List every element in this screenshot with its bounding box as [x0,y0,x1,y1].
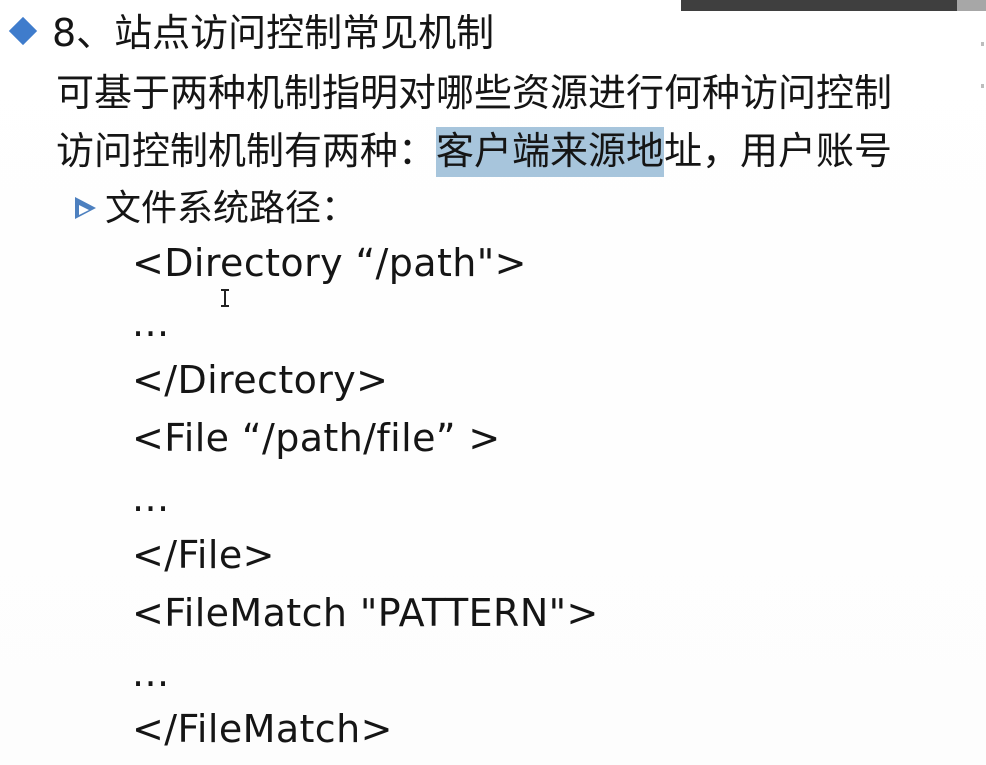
body-line-2-prefix: 访问控制机制有两种： [56,129,437,173]
text-cursor-icon [221,289,233,307]
body-line-2: 访问控制机制有两种：客户端来源地址，用户账号 [56,127,893,177]
right-edge-mark [981,84,984,88]
selected-text-highlight[interactable]: 客户端来源地 [436,127,665,177]
code-line-ellipsis: ... [132,651,170,695]
code-line-ellipsis: ... [132,301,170,345]
subheading: 文件系统路径： [105,188,358,229]
top-dark-bar [681,0,957,11]
body-line-1: 可基于两种机制指明对哪些资源进行何种访问控制 [56,71,893,115]
right-edge-mark [981,42,984,46]
top-bar-end [957,0,986,11]
slide-canvas: 8、站点访问控制常见机制 可基于两种机制指明对哪些资源进行何种访问控制 访问控制… [0,0,986,765]
code-line-ellipsis: ... [132,476,170,520]
code-line-file-open: <File “/path/file” > [132,416,501,460]
code-line-directory-close: </Directory> [132,358,389,402]
code-line-file-close: </File> [132,533,275,577]
arrow-bullet-icon-inner [79,205,89,215]
body-line-2-suffix: 址，用户账号 [664,129,893,173]
diamond-bullet-icon [8,16,38,46]
code-line-filematch-open: <FileMatch "PATTERN"> [132,591,599,635]
code-line-filematch-close: </FileMatch> [132,707,393,751]
code-line-directory-open: <Directory “/path"> [132,241,527,285]
slide-title: 8、站点访问控制常见机制 [52,11,495,55]
